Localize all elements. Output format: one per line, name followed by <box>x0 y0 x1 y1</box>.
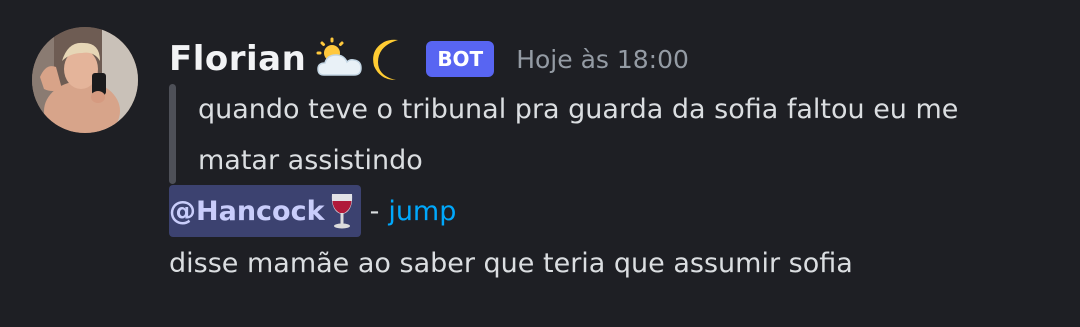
reference-line: @Hancock - jump <box>169 185 456 237</box>
chat-message: Florian BOT Hoje às 18:00 quando teve o <box>0 0 1080 327</box>
block-quote: quando teve o tribunal pra guarda da sof… <box>169 84 1029 186</box>
message-header: Florian BOT Hoje às 18:00 <box>169 33 689 85</box>
wine-glass-icon <box>327 191 357 231</box>
crescent-moon-icon <box>370 36 410 82</box>
quote-text: quando teve o tribunal pra guarda da sof… <box>198 94 959 176</box>
sun-behind-cloud-icon <box>314 37 366 81</box>
mention-text: @Hancock <box>169 195 325 227</box>
avatar[interactable] <box>32 27 138 133</box>
jump-link[interactable]: jump <box>388 196 456 227</box>
author-name[interactable]: Florian <box>169 39 306 79</box>
message-timestamp[interactable]: Hoje às 18:00 <box>516 45 689 74</box>
quote-bar <box>169 84 176 184</box>
message-body: disse mamãe ao saber que teria que assum… <box>169 248 853 279</box>
bot-badge: BOT <box>426 41 495 77</box>
reference-separator: - <box>369 195 380 227</box>
user-mention[interactable]: @Hancock <box>169 185 361 237</box>
